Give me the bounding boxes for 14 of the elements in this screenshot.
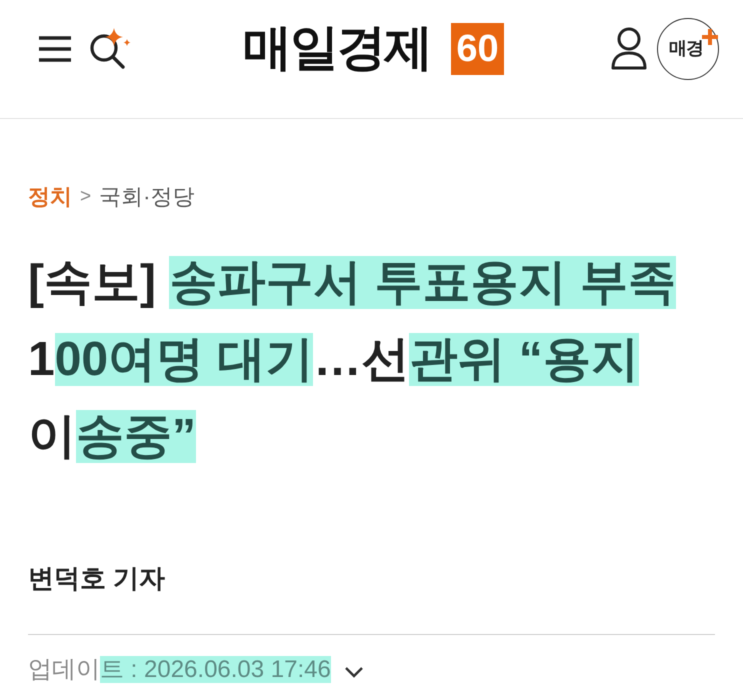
menu-icon — [38, 36, 72, 62]
expand-button[interactable] — [342, 665, 365, 679]
account-button[interactable] — [609, 26, 649, 72]
chevron-down-icon — [344, 666, 364, 678]
breadcrumb-separator: > — [80, 185, 92, 209]
plus-icon — [701, 28, 719, 46]
menu-button[interactable] — [37, 34, 73, 62]
premium-button[interactable]: 매경 — [657, 18, 719, 80]
person-icon — [610, 26, 648, 70]
headline: [속보] 송파구서 투표용지 부족 100여명 대기…선관위 “용지 이송중” — [28, 255, 677, 465]
author-name: 변덕호 기자 — [28, 562, 166, 594]
breadcrumb-subsection-link[interactable]: 국회·정당 — [99, 182, 194, 212]
logo-text[interactable]: 매일경제 — [243, 24, 431, 73]
update-time: 업데이 트 : 2026.06.03 17:46 — [28, 655, 331, 685]
